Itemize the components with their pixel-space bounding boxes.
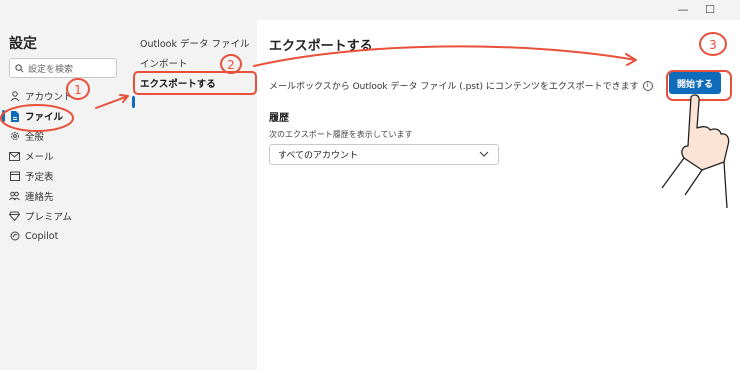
start-export-button[interactable]: 開始する (669, 72, 721, 94)
person-icon (9, 91, 20, 102)
settings-title: 設定 (9, 36, 37, 52)
sidebar-item-label: 全般 (25, 132, 45, 143)
mail-icon (9, 151, 20, 162)
search-placeholder: 設定を検索 (28, 64, 74, 75)
history-account-select[interactable]: すべてのアカウント (269, 144, 499, 165)
sidebar-item-account[interactable]: アカウント (9, 87, 73, 105)
chevron-down-icon (479, 151, 489, 157)
copilot-icon (9, 231, 20, 242)
sidebar-item-premium[interactable]: プレミアム (9, 207, 72, 225)
page-title: エクスポートする (269, 39, 373, 54)
settings-sidebar: 設定 設定を検索 アカウント ファイル 全般 メール 予定表 連絡先 プレミアム… (0, 20, 130, 370)
file-subnav: Outlook データ ファイル インポート エクスポートする (130, 20, 257, 370)
diamond-icon (9, 211, 20, 222)
sidebar-item-file[interactable]: ファイル (2, 107, 64, 125)
calendar-icon (9, 171, 20, 182)
sidebar-item-label: プレミアム (25, 212, 72, 223)
export-panel: エクスポートする メールボックスから Outlook データ ファイル (.ps… (257, 20, 740, 370)
history-label: 次のエクスポート履歴を表示しています (269, 130, 413, 139)
history-heading: 履歴 (269, 113, 289, 124)
info-icon[interactable]: i (642, 80, 653, 91)
export-description: メールボックスから Outlook データ ファイル (.pst) にコンテンツ… (269, 79, 653, 92)
title-bar: — ☐ (0, 0, 740, 20)
sidebar-item-general[interactable]: 全般 (9, 127, 44, 145)
file-icon (9, 110, 20, 122)
sidebar-item-label: Copilot (25, 230, 59, 242)
subnav-item-import[interactable]: インポート (140, 54, 188, 72)
sidebar-item-copilot[interactable]: Copilot (9, 227, 58, 245)
sidebar-item-label: ファイル (25, 112, 64, 123)
sidebar-item-label: 予定表 (25, 172, 54, 183)
gear-icon (9, 131, 20, 142)
active-indicator (132, 96, 135, 108)
subnav-item-export[interactable]: エクスポートする (140, 74, 216, 92)
sidebar-item-label: メール (25, 152, 54, 163)
active-indicator (2, 110, 5, 122)
search-input[interactable]: 設定を検索 (9, 58, 117, 78)
subnav-item-data-file[interactable]: Outlook データ ファイル (140, 34, 250, 52)
sidebar-item-label: アカウント (25, 92, 73, 103)
select-value: すべてのアカウント (278, 151, 359, 161)
sidebar-item-contacts[interactable]: 連絡先 (9, 187, 54, 205)
description-text: メールボックスから Outlook データ ファイル (.pst) にコンテンツ… (269, 82, 639, 92)
sidebar-item-label: 連絡先 (25, 192, 54, 203)
maximize-button[interactable]: ☐ (693, 0, 727, 18)
people-icon (9, 191, 20, 202)
sidebar-item-mail[interactable]: メール (9, 147, 54, 165)
sidebar-item-calendar[interactable]: 予定表 (9, 167, 54, 185)
search-icon (15, 63, 24, 72)
